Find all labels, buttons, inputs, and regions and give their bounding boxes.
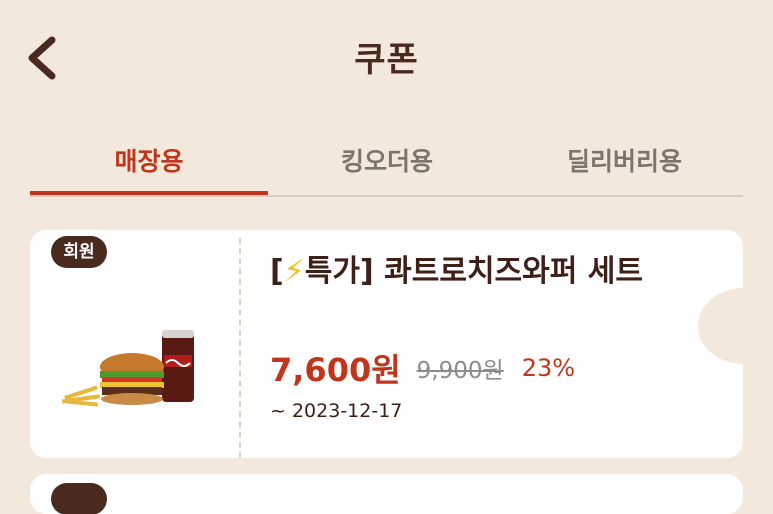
active-tab-indicator [30,191,268,195]
ticket-notch [698,288,743,364]
sale-price: 7,600원 [270,351,401,389]
price-row: 7,600원 9,900원 23% [270,345,575,391]
original-price: 9,900원 [416,358,504,384]
page-title: 쿠폰 [354,40,419,80]
discount-rate: 23% [521,354,576,382]
header: 쿠폰 [0,0,773,120]
coupon-card[interactable]: 회원 [⚡특가] 콰트로치즈와퍼 세트 7,600원 9,900원 23% ~ 20… [30,230,743,458]
tab-store[interactable]: 매장용 [30,132,268,192]
tab-delivery[interactable]: 딜리버리용 [506,132,743,192]
valid-date: ~ 2023-12-17 [270,400,403,422]
tab-king-order[interactable]: 킹오더용 [268,132,506,192]
title-bracket: [ [270,254,284,289]
card-divider [239,238,241,458]
lightning-icon: ⚡ [283,254,305,289]
coupon-card[interactable] [30,474,743,514]
tab-bar: 매장용 킹오더용 딜리버리용 [30,120,743,197]
coupon-title: [⚡특가] 콰트로치즈와퍼 세트 [270,252,700,292]
member-badge: 회원 [51,236,107,268]
burger-set-image [61,330,194,407]
title-text: 특가] 콰트로치즈와퍼 세트 [304,254,643,289]
